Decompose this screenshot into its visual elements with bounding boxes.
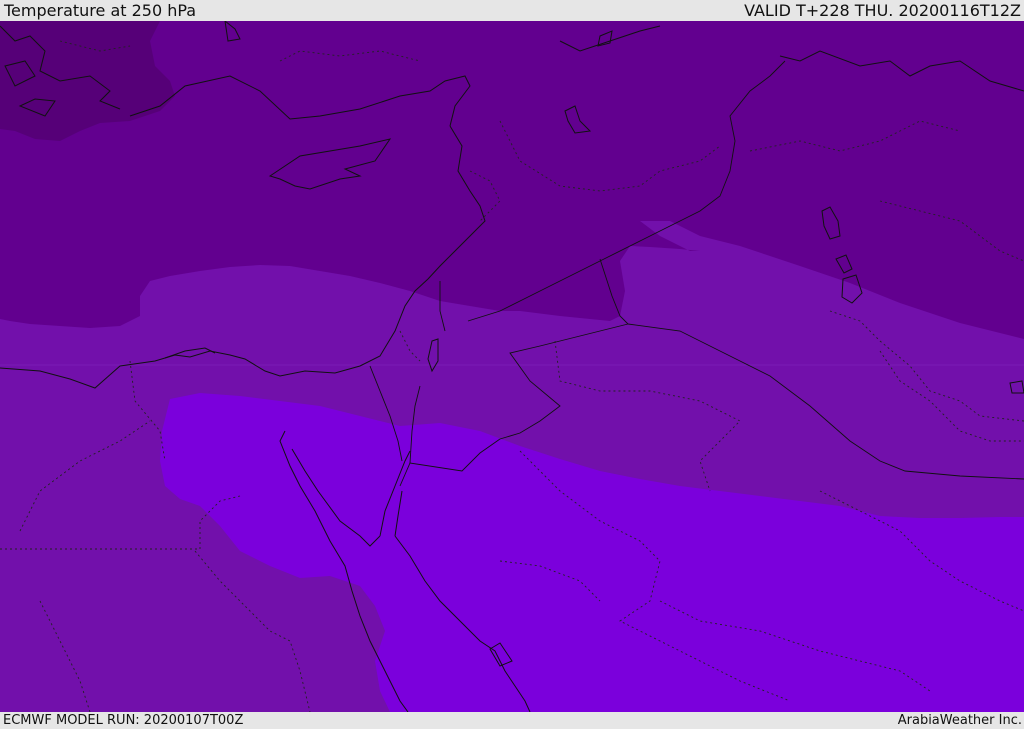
footer-bar: ECMWF MODEL RUN: 20200107T00Z ArabiaWeat… <box>0 712 1024 729</box>
map-panel[interactable] <box>0 21 1024 712</box>
map-title: Temperature at 250 hPa <box>4 1 197 20</box>
credit-text: ArabiaWeather Inc. <box>897 713 1022 728</box>
model-run: ECMWF MODEL RUN: 20200107T00Z <box>3 713 244 728</box>
temperature-map[interactable] <box>0 21 1024 712</box>
header-bar: Temperature at 250 hPa VALID T+228 THU. … <box>0 0 1024 21</box>
valid-time: VALID T+228 THU. 20200116T12Z <box>744 1 1021 20</box>
